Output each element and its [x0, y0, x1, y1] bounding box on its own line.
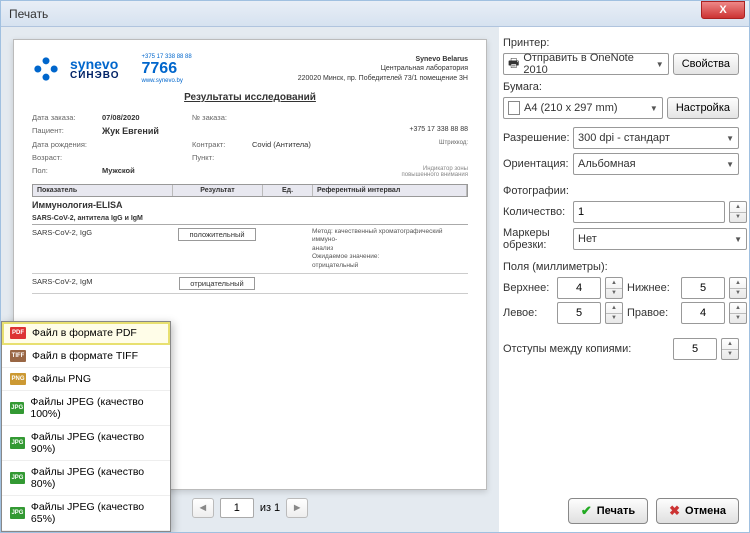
page-input[interactable] [220, 498, 254, 518]
gap-input[interactable] [673, 338, 717, 360]
orientation-combo[interactable]: Альбомная▼ [573, 153, 739, 175]
export-jpeg-90[interactable]: JPGФайлы JPEG (качество 90%) [2, 426, 170, 461]
jpeg-file-icon: JPG [10, 402, 24, 414]
export-jpeg-65[interactable]: JPGФайлы JPEG (качество 65%) [2, 496, 170, 531]
phone-block: +375 17 338 88 88 7766 www.synevo.by [142, 54, 192, 84]
crop-combo[interactable]: Нет▼ [573, 228, 747, 250]
pdf-file-icon: PDF [10, 327, 26, 339]
titlebar: Печать X [1, 1, 749, 27]
section-heading: Иммунология-ELISA [32, 197, 468, 213]
margin-right-input[interactable] [681, 302, 725, 324]
margin-bottom-label: Нижнее: [627, 282, 677, 294]
png-file-icon: PNG [10, 373, 26, 385]
margins-label: Поля (миллиметры): [503, 261, 739, 273]
prev-page-button[interactable]: ◄ [192, 498, 214, 518]
next-page-button[interactable]: ► [286, 498, 308, 518]
paper-combo[interactable]: A4 (210 x 297 mm) ▼ [503, 97, 663, 119]
properties-button[interactable]: Свойства [673, 53, 739, 75]
margin-right-label: Правое: [627, 307, 677, 319]
printer-combo[interactable]: 🖶 Отправить в OneNote 2010 ▼ [503, 53, 669, 75]
subsection-heading: SARS-CoV-2, антитела IgG и IgM [32, 213, 468, 225]
count-input[interactable] [573, 201, 725, 223]
photos-label: Фотографии: [503, 185, 739, 197]
orientation-label: Ориентация: [503, 158, 569, 170]
export-png[interactable]: PNGФайлы PNG [2, 368, 170, 391]
cancel-icon: ✖ [669, 503, 680, 519]
arrow-right-icon: ► [292, 502, 303, 514]
margin-top-spinner[interactable]: ▲▼ [605, 277, 623, 299]
doc-title: Результаты исследований [32, 92, 468, 103]
cancel-button[interactable]: ✖Отмена [656, 498, 739, 524]
resolution-label: Разрешение: [503, 132, 569, 144]
dialog-content: synevo СИНЭВО +375 17 338 88 88 7766 www… [1, 27, 749, 532]
result-row: SARS-CoV-2, IgM отрицательный [32, 274, 468, 293]
count-label: Количество: [503, 206, 569, 218]
print-dialog-window: Печать X synevo СИНЭВО +375 17 338 88 88… [0, 0, 750, 533]
paper-label: Бумага: [503, 81, 739, 93]
export-pdf[interactable]: PDFФайл в формате PDF [2, 322, 170, 345]
results-table-header: Показатель Результат Ед. Референтный инт… [32, 184, 468, 197]
printer-icon: 🖶 [508, 54, 519, 75]
export-format-menu: PDFФайл в формате PDF TIFFФайл в формате… [1, 321, 171, 532]
check-icon: ✔ [581, 503, 592, 519]
export-jpeg-100[interactable]: JPGФайлы JPEG (качество 100%) [2, 391, 170, 426]
crop-label: Маркеры обрезки: [503, 227, 569, 251]
gap-spinner[interactable]: ▲▼ [721, 338, 739, 360]
chevron-down-icon: ▼ [650, 104, 658, 113]
margin-left-input[interactable] [557, 302, 601, 324]
setup-button[interactable]: Настройка [667, 97, 739, 119]
margin-left-spinner[interactable]: ▲▼ [605, 302, 623, 324]
page-icon [508, 101, 520, 115]
window-title: Печать [9, 7, 701, 21]
margin-top-input[interactable] [557, 277, 601, 299]
jpeg-file-icon: JPG [10, 437, 25, 449]
close-icon: X [719, 4, 726, 16]
gap-label: Отступы между копиями: [503, 343, 669, 355]
chevron-down-icon: ▼ [734, 235, 742, 244]
fax-number: +375 17 338 88 88 [409, 126, 468, 133]
margin-right-spinner[interactable]: ▲▼ [729, 302, 747, 324]
synevo-logo-icon [32, 55, 60, 83]
margin-bottom-spinner[interactable]: ▲▼ [729, 277, 747, 299]
chevron-up-icon: ▲ [730, 202, 746, 213]
chevron-down-icon: ▼ [656, 60, 664, 69]
margin-left-label: Левое: [503, 307, 553, 319]
chevron-down-icon: ▼ [726, 134, 734, 143]
jpeg-file-icon: JPG [10, 507, 25, 519]
chevron-down-icon: ▼ [726, 160, 734, 169]
resolution-combo[interactable]: 300 dpi - стандарт▼ [573, 127, 739, 149]
tiff-file-icon: TIFF [10, 350, 26, 362]
result-row: SARS-CoV-2, IgG положительный Метод: кач… [32, 225, 468, 273]
margin-bottom-input[interactable] [681, 277, 725, 299]
close-button[interactable]: X [701, 1, 745, 19]
preview-pane: synevo СИНЭВО +375 17 338 88 88 7766 www… [1, 27, 499, 532]
arrow-left-icon: ◄ [197, 502, 208, 514]
printer-label: Принтер: [503, 37, 739, 49]
count-spinner[interactable]: ▲▼ [729, 201, 747, 223]
jpeg-file-icon: JPG [10, 472, 25, 484]
page-of-label: из 1 [260, 502, 280, 514]
print-button[interactable]: ✔Печать [568, 498, 648, 524]
org-header: Synevo Belarus Центральная лаборатория 2… [298, 55, 468, 82]
settings-pane: Принтер: 🖶 Отправить в OneNote 2010 ▼ Св… [499, 27, 749, 532]
export-jpeg-80[interactable]: JPGФайлы JPEG (качество 80%) [2, 461, 170, 496]
chevron-down-icon: ▼ [730, 213, 746, 223]
logo-text: synevo СИНЭВО [70, 57, 120, 81]
margin-top-label: Верхнее: [503, 282, 553, 294]
export-tiff[interactable]: TIFFФайл в формате TIFF [2, 345, 170, 368]
